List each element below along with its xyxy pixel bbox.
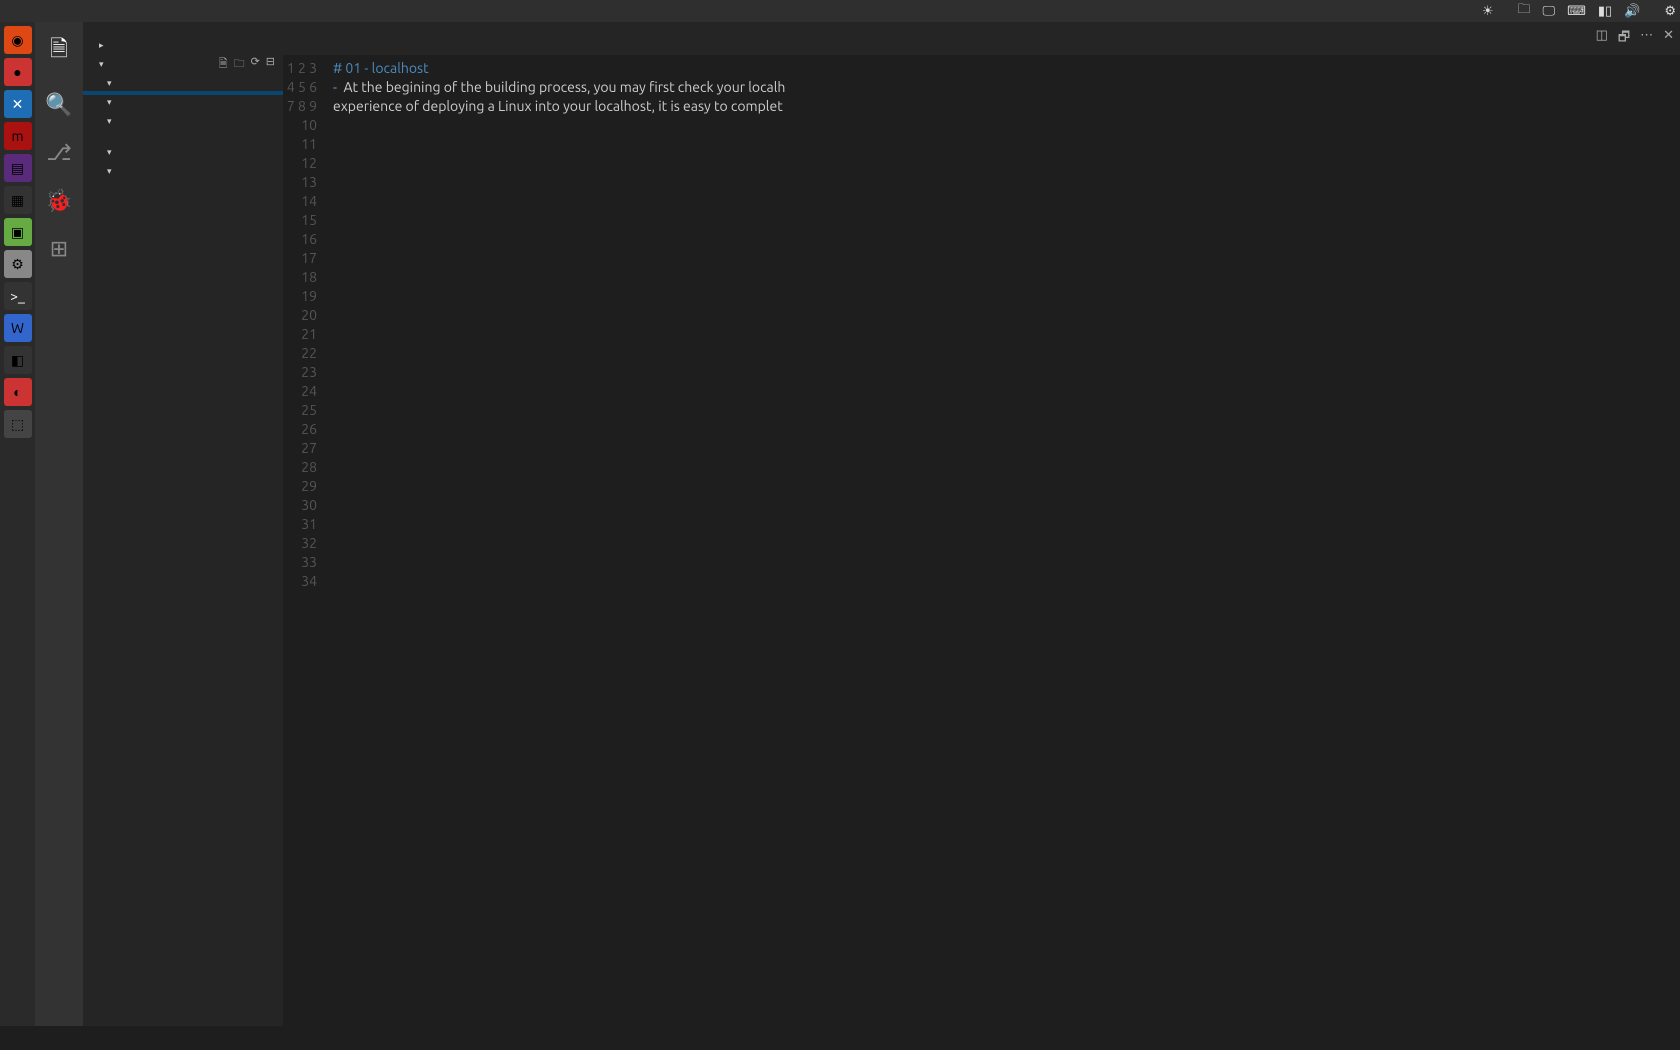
folder-building-steps[interactable] bbox=[83, 76, 283, 91]
launcher-app-10[interactable]: ◐ bbox=[4, 378, 32, 406]
editor-preview-icon[interactable]: 🗗 bbox=[1618, 28, 1630, 50]
weather-icon: ☀ bbox=[1482, 4, 1494, 19]
launcher-app-3[interactable]: m bbox=[4, 122, 32, 150]
editor-group: ◫ 🗗 ⋯ ✕ 1 2 3 4 5 6 7 8 9 10 11 12 13 14… bbox=[283, 22, 1680, 1026]
sidebar-title bbox=[83, 22, 283, 38]
launcher-app-8[interactable]: W bbox=[4, 314, 32, 342]
system-menubar: ☀ 🗀 🖵 ⌨ ▮▯ 🔊 ⚙ bbox=[0, 0, 1680, 22]
tray-icon-keyboard[interactable]: ⌨ bbox=[1567, 4, 1586, 19]
tray-icon-volume[interactable]: 🔊 bbox=[1624, 4, 1640, 19]
launcher-app-2[interactable]: ✕ bbox=[4, 90, 32, 118]
tray-icon-1[interactable]: 🗀 bbox=[1518, 0, 1531, 22]
launcher-app-11[interactable]: ⬚ bbox=[4, 410, 32, 438]
sidebar-newfile-icon[interactable]: 🗎 bbox=[219, 55, 228, 74]
activity-debug-icon[interactable]: 🐞 bbox=[45, 188, 72, 214]
code-lines[interactable]: # 01 - localhost - At the begining of th… bbox=[327, 55, 1680, 1026]
tray-icon-gear[interactable]: ⚙ bbox=[1664, 4, 1676, 19]
folder-src-packages[interactable] bbox=[83, 164, 283, 179]
launcher-app-9[interactable]: ◧ bbox=[4, 346, 32, 374]
sidebar-newfolder-icon[interactable]: 🗀 bbox=[234, 55, 245, 74]
activity-bar: 🗎 🔍 ⎇ 🐞 ⊞ bbox=[35, 22, 83, 1026]
editor-close-icon[interactable]: ✕ bbox=[1663, 28, 1674, 50]
launcher-app-5[interactable]: ▦ bbox=[4, 186, 32, 214]
code-editor[interactable]: 1 2 3 4 5 6 7 8 9 10 11 12 13 14 15 16 1… bbox=[283, 55, 1680, 1026]
sidebar: 🗎 🗀 ⟳ ⊟ bbox=[83, 22, 283, 1026]
launcher-app-6[interactable]: ▣ bbox=[4, 218, 32, 246]
line-gutter: 1 2 3 4 5 6 7 8 9 10 11 12 13 14 15 16 1… bbox=[283, 55, 327, 1026]
file-readme[interactable] bbox=[83, 187, 283, 191]
folder-lfs-book[interactable] bbox=[83, 95, 283, 110]
editor-split-icon[interactable]: ◫ bbox=[1596, 28, 1608, 50]
folder-scripts[interactable] bbox=[83, 145, 283, 160]
launcher-terminal-icon[interactable]: >_ bbox=[4, 282, 32, 310]
sidebar-collapse-icon[interactable]: ⊟ bbox=[266, 55, 275, 74]
activity-extensions-icon[interactable]: ⊞ bbox=[50, 236, 68, 262]
activity-explorer-icon[interactable]: 🗎 bbox=[50, 32, 68, 70]
sidebar-refresh-icon[interactable]: ⟳ bbox=[251, 55, 260, 74]
sidebar-project[interactable] bbox=[99, 59, 108, 70]
launcher: ◉ ● ✕ m ▤ ▦ ▣ ⚙ >_ W ◧ ◐ ⬚ bbox=[0, 22, 35, 1026]
launcher-app-1[interactable]: ● bbox=[4, 58, 32, 86]
folder-resources[interactable] bbox=[83, 114, 283, 129]
activity-git-icon[interactable]: ⎇ bbox=[46, 140, 71, 166]
tray-icon-2[interactable]: 🖵 bbox=[1543, 4, 1556, 19]
launcher-dash-icon[interactable]: ◉ bbox=[4, 26, 32, 54]
editor-more-icon[interactable]: ⋯ bbox=[1640, 28, 1653, 50]
sidebar-section-working[interactable] bbox=[83, 38, 283, 53]
launcher-app-7[interactable]: ⚙ bbox=[4, 250, 32, 278]
tray-icon-battery[interactable]: ▮▯ bbox=[1598, 4, 1612, 19]
activity-search-icon[interactable]: 🔍 bbox=[45, 92, 72, 118]
launcher-app-4[interactable]: ▤ bbox=[4, 154, 32, 182]
